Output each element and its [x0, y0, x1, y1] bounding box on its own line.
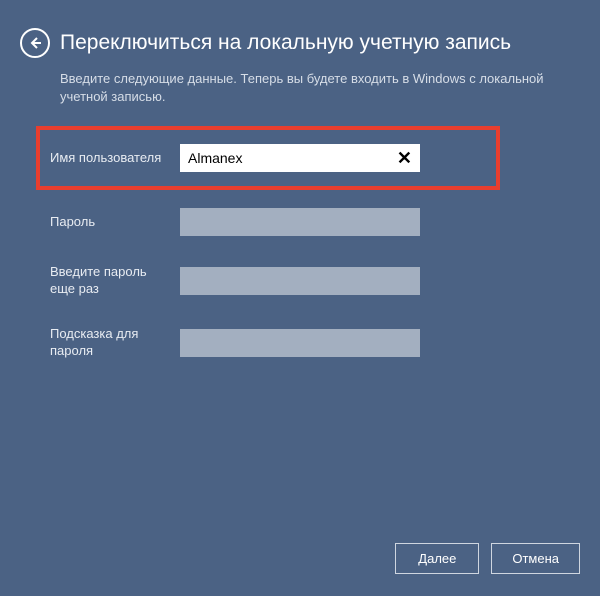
- page-title: Переключиться на локальную учетную запис…: [60, 31, 511, 55]
- cancel-button[interactable]: Отмена: [491, 543, 580, 574]
- account-form: Имя пользователя ✕ Пароль Введите пароль…: [0, 106, 600, 360]
- username-label: Имя пользователя: [50, 150, 180, 167]
- clear-icon[interactable]: ✕: [393, 147, 416, 169]
- page-subtitle: Введите следующие данные. Теперь вы буде…: [0, 66, 600, 106]
- password-confirm-label: Введите пароль еще раз: [50, 264, 180, 298]
- username-field-wrap: ✕: [180, 144, 420, 172]
- password-confirm-row: Введите пароль еще раз: [50, 264, 550, 298]
- username-input[interactable]: [180, 144, 420, 172]
- back-button[interactable]: [20, 28, 50, 58]
- hint-label: Подсказка для пароля: [50, 326, 180, 360]
- password-label: Пароль: [50, 214, 180, 231]
- password-input[interactable]: [180, 208, 420, 236]
- arrow-left-icon: [27, 35, 43, 51]
- hint-input[interactable]: [180, 329, 420, 357]
- username-row: Имя пользователя ✕: [36, 126, 500, 190]
- password-confirm-input[interactable]: [180, 267, 420, 295]
- next-button[interactable]: Далее: [395, 543, 479, 574]
- footer-buttons: Далее Отмена: [395, 543, 580, 574]
- hint-row: Подсказка для пароля: [50, 326, 550, 360]
- password-row: Пароль: [50, 208, 550, 236]
